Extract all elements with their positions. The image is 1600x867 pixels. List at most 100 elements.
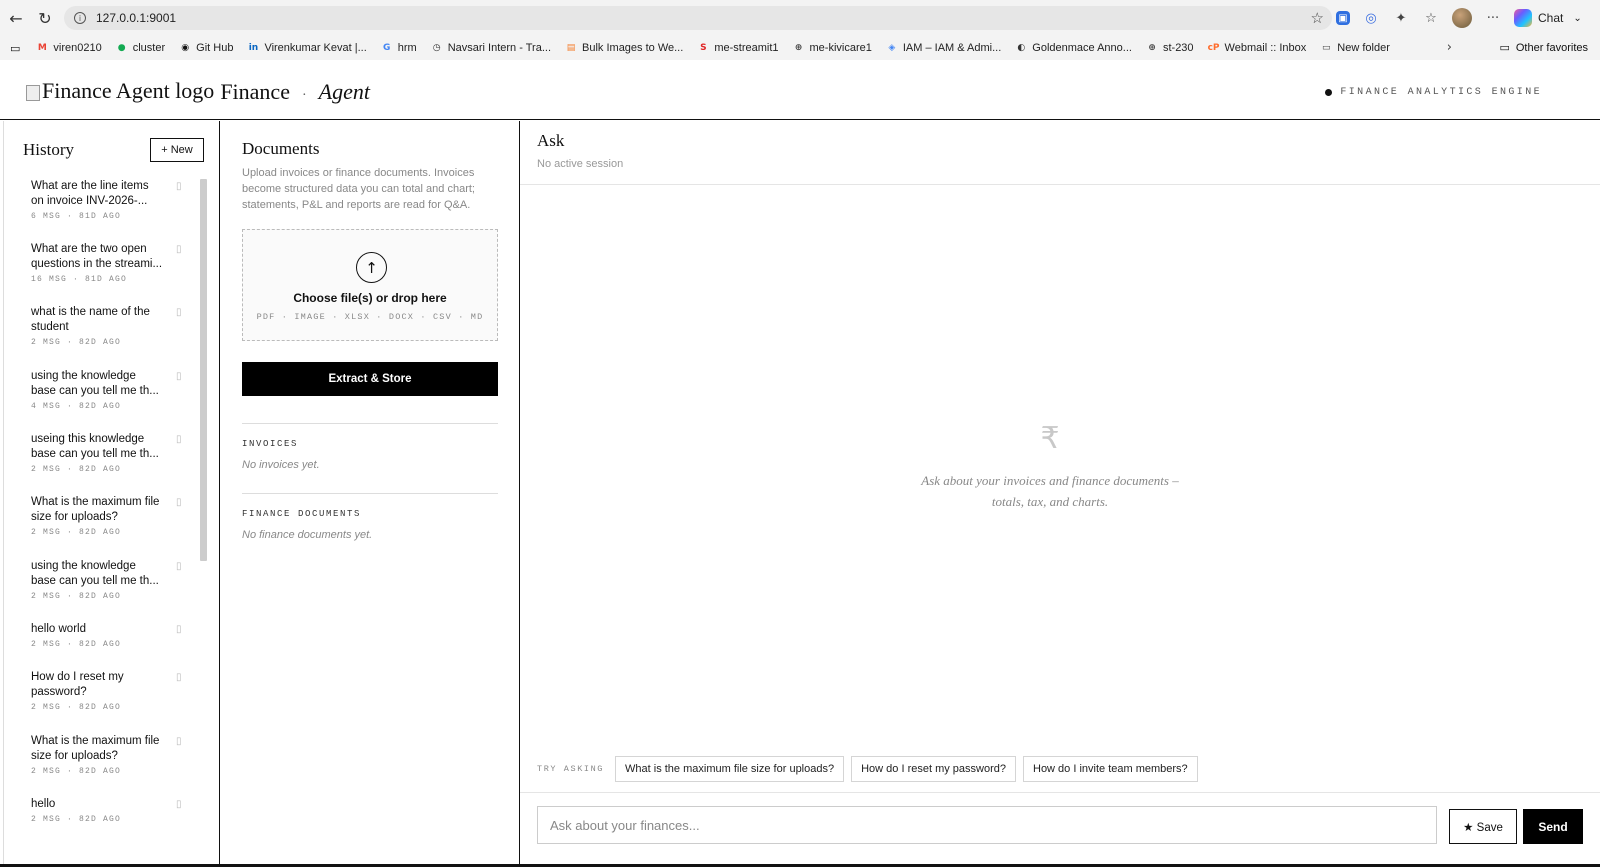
bookmark-item[interactable]: ▭ New folder (1320, 42, 1390, 54)
send-button[interactable]: Send (1523, 809, 1583, 844)
suggestion-chip[interactable]: How do I reset my password? (851, 756, 1016, 782)
bookmark-item[interactable]: in Virenkumar Kevat |... (247, 42, 367, 54)
history-meta: 2 MSG · 82D AGO (31, 640, 122, 649)
copilot-chat-button[interactable]: Chat ⌄ (1514, 9, 1582, 27)
history-meta: 6 MSG · 81D AGO (31, 212, 122, 221)
history-question-line: what is the name of the (31, 306, 150, 318)
folder-icon: ▭ (1322, 43, 1331, 53)
empty-state-line: Ask about your invoices and finance docu… (921, 473, 1179, 488)
suggestion-chip[interactable]: What is the maximum file size for upload… (615, 756, 845, 782)
bookmark-item[interactable]: ⊕ st-230 (1146, 42, 1193, 54)
history-meta: 2 MSG · 82D AGO (31, 767, 122, 776)
history-question: What are the line items on invoice INV-20… (31, 179, 163, 209)
history-item[interactable]: using the knowledge base can you tell me … (31, 369, 201, 411)
address-bar[interactable]: i 127.0.0.1:9001 ☆ (64, 6, 1332, 30)
history-item[interactable]: What is the maximum file size for uploads… (31, 734, 201, 776)
divider (520, 792, 1600, 793)
app-logo[interactable]: Finance Agent logo Finance · Agent (26, 78, 370, 105)
bookmark-item[interactable]: cP Webmail :: Inbox (1208, 42, 1307, 54)
profile-avatar[interactable] (1452, 8, 1472, 28)
history-question: hello (31, 797, 163, 812)
bookmark-label: me-streamit1 (714, 42, 779, 54)
bookmarks-bar: ▭ Mviren0210 ● cluster ◉ Git Hub in Virenkumar… (0, 36, 1600, 60)
bookmark-item[interactable]: ● cluster (116, 42, 165, 54)
tab-actions-icon[interactable]: ▭ (10, 42, 20, 55)
save-button[interactable]: ★ Save (1449, 809, 1517, 844)
extension-icon[interactable]: ▣ (1336, 11, 1350, 25)
history-question-line: password? (31, 686, 87, 698)
rupee-icon: ₹ (1040, 421, 1060, 456)
history-item[interactable]: What are the two open questions in the st… (31, 242, 201, 284)
extensions-puzzle-icon[interactable]: ✦ (1392, 9, 1410, 27)
trash-icon[interactable]: ▯ (176, 799, 182, 810)
title-separator: · (301, 88, 307, 103)
broken-logo-image: Finance Agent logo (26, 78, 214, 104)
bookmark-label: Bulk Images to We... (582, 42, 684, 54)
bookmark-label: IAM – IAM & Admi... (902, 42, 1002, 54)
suggestion-chip[interactable]: How do I invite team members? (1023, 756, 1198, 782)
bookmark-item[interactable]: ◐ Goldenmace Anno... (1015, 42, 1132, 54)
history-item[interactable]: How do I reset my password? 2 MSG · 82D AG… (31, 670, 201, 712)
site-info-icon[interactable]: i (74, 12, 86, 24)
favorite-star-icon[interactable]: ☆ (1311, 9, 1324, 27)
trash-icon[interactable]: ▯ (176, 434, 182, 445)
trash-icon[interactable]: ▯ (176, 497, 182, 508)
history-question-line: What are the two open (31, 243, 147, 255)
trash-icon[interactable]: ▯ (176, 181, 182, 192)
history-meta: 2 MSG · 82D AGO (31, 528, 122, 537)
history-item[interactable]: using the knowledge base can you tell me … (31, 559, 201, 601)
github-icon: ◉ (181, 43, 190, 53)
trash-icon[interactable]: ▯ (176, 624, 182, 635)
history-question: what is the name of the student (31, 305, 163, 335)
history-question: useing this knowledge base can you tell m… (31, 432, 163, 462)
history-question-line: using the knowledge (31, 560, 136, 572)
history-meta: 4 MSG · 82D AGO (31, 402, 122, 411)
trash-icon[interactable]: ▯ (176, 371, 182, 382)
bookmark-item[interactable]: ◉ Git Hub (179, 42, 233, 54)
bookmark-item[interactable]: Mviren0210 (36, 42, 102, 54)
favorites-icon[interactable]: ☆ (1422, 9, 1440, 27)
back-icon[interactable]: ← (2, 4, 30, 32)
clock-icon: ◷ (432, 43, 441, 53)
bookmark-item[interactable]: ▤ Bulk Images to We... (565, 42, 684, 54)
history-item[interactable]: what is the name of the student 2 MSG · 82… (31, 305, 201, 347)
bookmark-label: Webmail :: Inbox (1224, 42, 1307, 54)
bookmark-item[interactable]: ◈ IAM – IAM & Admi... (886, 42, 1001, 54)
more-menu-icon[interactable]: ··· (1484, 9, 1502, 27)
history-question: How do I reset my password? (31, 670, 163, 700)
bookmark-item[interactable]: ◷ Navsari Intern - Tra... (431, 42, 551, 54)
file-dropzone[interactable]: ↑ Choose file(s) or drop here PDF · IMAG… (242, 229, 498, 341)
ask-input[interactable] (537, 806, 1437, 844)
history-meta: 2 MSG · 82D AGO (31, 592, 122, 601)
bookmark-item[interactable]: Ghrm (381, 42, 417, 54)
google-icon: G (383, 43, 391, 53)
history-item[interactable]: What is the maximum file size for uploads… (31, 495, 201, 537)
trash-icon[interactable]: ▯ (176, 561, 182, 572)
trash-icon[interactable]: ▯ (176, 736, 182, 747)
trash-icon[interactable]: ▯ (176, 672, 182, 683)
extract-store-button[interactable]: Extract & Store (242, 362, 498, 396)
bookmark-item[interactable]: Sme-streamit1 (697, 42, 778, 54)
other-favorites[interactable]: ▭ Other favorites (1499, 41, 1588, 54)
cpanel-icon: cP (1207, 43, 1220, 53)
history-item[interactable]: hello 2 MSG · 82D AGO ▯ (31, 797, 201, 824)
documents-description: Upload invoices or finance documents. In… (242, 167, 475, 211)
ask-title: Ask (537, 131, 565, 150)
history-question-line: questions in the streami... (31, 258, 163, 270)
history-item[interactable]: What are the line items on invoice INV-20… (31, 179, 201, 221)
history-item[interactable]: useing this knowledge base can you tell m… (31, 432, 201, 474)
trash-icon[interactable]: ▯ (176, 244, 182, 255)
history-title: History (23, 140, 74, 159)
trash-icon[interactable]: ▯ (176, 307, 182, 318)
app-subtitle: Agent (318, 79, 370, 104)
history-question-line: student (31, 321, 69, 333)
history-question-line: size for uploads? (31, 750, 118, 762)
extension-icon[interactable]: ◎ (1362, 9, 1380, 27)
bookmark-item[interactable]: ⊕ me-kivicare1 (793, 42, 872, 54)
history-question-line: base can you tell me th... (31, 448, 159, 460)
history-scrollbar[interactable] (200, 179, 207, 561)
chevron-right-icon[interactable]: › (1447, 40, 1452, 55)
reload-icon[interactable]: ↻ (31, 4, 59, 32)
history-item[interactable]: hello world 2 MSG · 82D AGO ▯ (31, 622, 201, 649)
new-session-button[interactable]: + New (150, 138, 204, 162)
